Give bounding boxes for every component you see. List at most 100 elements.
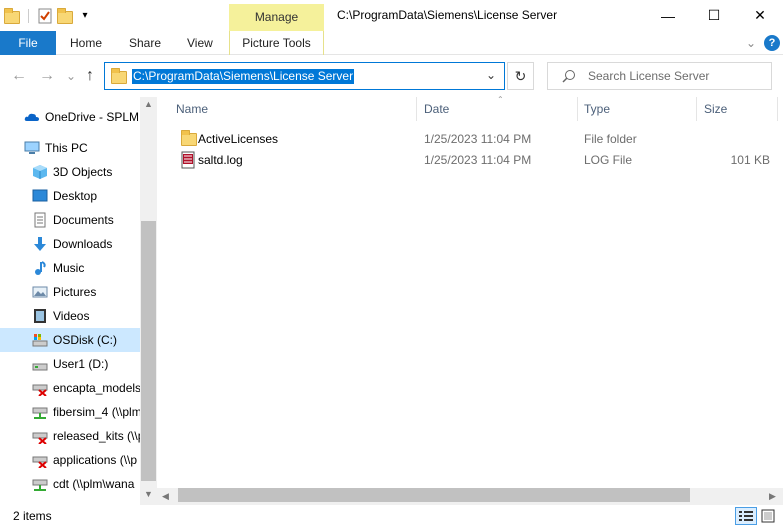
help-icon[interactable]: ? [764, 35, 780, 51]
file-type: File folder [584, 132, 637, 146]
sidebar-item-applications[interactable]: applications (\\p [0, 448, 140, 472]
sort-indicator-icon: ⌃ [497, 95, 504, 104]
divider [28, 9, 29, 23]
sidebar-item-label: Downloads [53, 237, 113, 251]
tab-share[interactable]: Share [129, 31, 161, 55]
details-view-icon[interactable] [735, 507, 757, 525]
navigation-bar: ← → ⌄ ↑ C:\ProgramData\Siemens\License S… [0, 55, 783, 97]
sidebar-item-label: Documents [53, 213, 114, 227]
sidebar-item-3d-objects[interactable]: 3D Objects [0, 160, 140, 184]
minimize-button[interactable]: — [645, 0, 691, 31]
drive-icon [32, 332, 48, 348]
network-drive-icon [32, 404, 48, 420]
address-input[interactable]: C:\ProgramData\Siemens\License Server [132, 69, 355, 84]
network-drive-disconnected-icon [32, 380, 48, 397]
column-divider[interactable] [696, 97, 697, 121]
back-button[interactable]: ← [11, 68, 27, 84]
music-icon [32, 260, 48, 276]
close-button[interactable]: ✕ [737, 0, 783, 31]
column-header-name[interactable]: Name [176, 102, 208, 116]
column-header-size[interactable]: Size [704, 102, 727, 116]
network-drive-icon [32, 476, 48, 492]
title-bar: ▾ Manage C:\ProgramData\Siemens\License … [0, 0, 783, 31]
column-header-type[interactable]: Type [584, 102, 610, 116]
properties-icon[interactable] [37, 8, 53, 24]
forward-button[interactable]: → [39, 68, 55, 84]
scroll-right-icon[interactable]: ▶ [769, 491, 776, 502]
file-name: ActiveLicenses [198, 132, 279, 146]
sidebar-scrollbar-thumb[interactable] [141, 221, 156, 481]
cloud-icon [24, 109, 40, 125]
ribbon: File Home Share View Picture Tools ⌄ ? [0, 31, 783, 55]
computer-icon [24, 140, 40, 156]
file-row[interactable]: saltd.log 1/25/2023 11:04 PM LOG File 10… [175, 149, 783, 171]
sidebar-item-this-pc[interactable]: This PC [0, 136, 140, 160]
file-list: ⌃ Name Date Type Size ActiveLicenses 1/2… [157, 95, 783, 505]
scroll-up-icon[interactable]: ▲ [144, 99, 153, 109]
search-input[interactable]: Search License Server [588, 69, 709, 83]
sidebar-item-pictures[interactable]: Pictures [0, 280, 140, 304]
file-name: saltd.log [198, 153, 243, 167]
navigation-pane: OneDrive - SPLM This PC 3D Objects Deskt… [0, 97, 157, 505]
folder-icon[interactable] [4, 8, 20, 24]
sidebar-item-downloads[interactable]: Downloads [0, 232, 140, 256]
sidebar-item-label: Pictures [53, 285, 97, 299]
sidebar-item-label: cdt (\\plm\wana [53, 477, 135, 491]
column-divider[interactable] [416, 97, 417, 121]
sidebar-item-encapta-models[interactable]: encapta_models [0, 376, 140, 400]
column-divider[interactable] [777, 97, 778, 121]
file-row[interactable]: ActiveLicenses 1/25/2023 11:04 PM File f… [175, 128, 783, 150]
tab-home[interactable]: Home [70, 31, 102, 55]
sidebar-item-label: released_kits (\\p [53, 429, 140, 443]
drive-icon [32, 356, 48, 372]
sidebar-item-documents[interactable]: Documents [0, 208, 140, 232]
scroll-down-icon[interactable]: ▼ [144, 489, 153, 499]
sidebar-item-label: Videos [53, 309, 90, 323]
search-box[interactable]: Search License Server [547, 62, 772, 90]
sidebar-item-label: This PC [45, 141, 88, 155]
expand-ribbon-icon[interactable]: ⌄ [746, 31, 756, 55]
file-type: LOG File [584, 153, 633, 167]
column-header-date[interactable]: Date [424, 102, 449, 116]
manage-tab[interactable]: Manage [229, 4, 324, 31]
horizontal-scrollbar-thumb[interactable] [178, 488, 690, 502]
maximize-button[interactable]: ☐ [691, 0, 737, 31]
new-folder-icon[interactable] [57, 8, 73, 24]
tab-file[interactable]: File [0, 31, 56, 55]
sidebar-item-label: applications (\\p [53, 453, 138, 467]
sidebar-item-label: encapta_models [53, 381, 140, 395]
sidebar-item-fibersim[interactable]: fibersim_4 (\\plm [0, 400, 140, 424]
customize-toolbar-icon[interactable]: ▾ [77, 8, 93, 24]
sidebar-item-label: OSDisk (C:) [53, 333, 117, 347]
video-icon [32, 308, 48, 324]
refresh-button[interactable]: ↻ [507, 62, 534, 90]
file-size: 101 KB [730, 153, 770, 167]
address-bar[interactable]: C:\ProgramData\Siemens\License Server ⌄ [104, 62, 505, 90]
desktop-icon [32, 188, 48, 204]
large-icons-view-icon[interactable] [761, 509, 775, 526]
tab-picture-tools[interactable]: Picture Tools [229, 31, 324, 55]
network-drive-disconnected-icon [32, 452, 48, 469]
sidebar-item-videos[interactable]: Videos [0, 304, 140, 328]
network-drive-disconnected-icon [32, 428, 48, 445]
sidebar-item-osdisk[interactable]: OSDisk (C:) [0, 328, 140, 352]
window-title: C:\ProgramData\Siemens\License Server [337, 8, 558, 22]
sidebar-item-desktop[interactable]: Desktop [0, 184, 140, 208]
up-button[interactable]: ↑ [86, 68, 94, 84]
tab-view[interactable]: View [187, 31, 213, 55]
sidebar-item-music[interactable]: Music [0, 256, 140, 280]
sidebar-item-label: Desktop [53, 189, 98, 203]
log-file-icon [180, 151, 196, 172]
sidebar-item-user1[interactable]: User1 (D:) [0, 352, 140, 376]
scroll-left-icon[interactable]: ◀ [162, 491, 169, 502]
chevron-down-icon[interactable]: ⌄ [486, 68, 496, 82]
picture-icon [32, 284, 48, 300]
sidebar-item-onedrive[interactable]: OneDrive - SPLM [0, 105, 140, 129]
status-bar: 2 items [0, 505, 783, 527]
sidebar-item-cdt[interactable]: cdt (\\plm\wana [0, 472, 140, 496]
column-divider[interactable] [577, 97, 578, 121]
sidebar-item-released-kits[interactable]: released_kits (\\p [0, 424, 140, 448]
recent-locations-button[interactable]: ⌄ [66, 68, 76, 84]
document-icon [32, 212, 48, 228]
cube-icon [32, 164, 48, 180]
